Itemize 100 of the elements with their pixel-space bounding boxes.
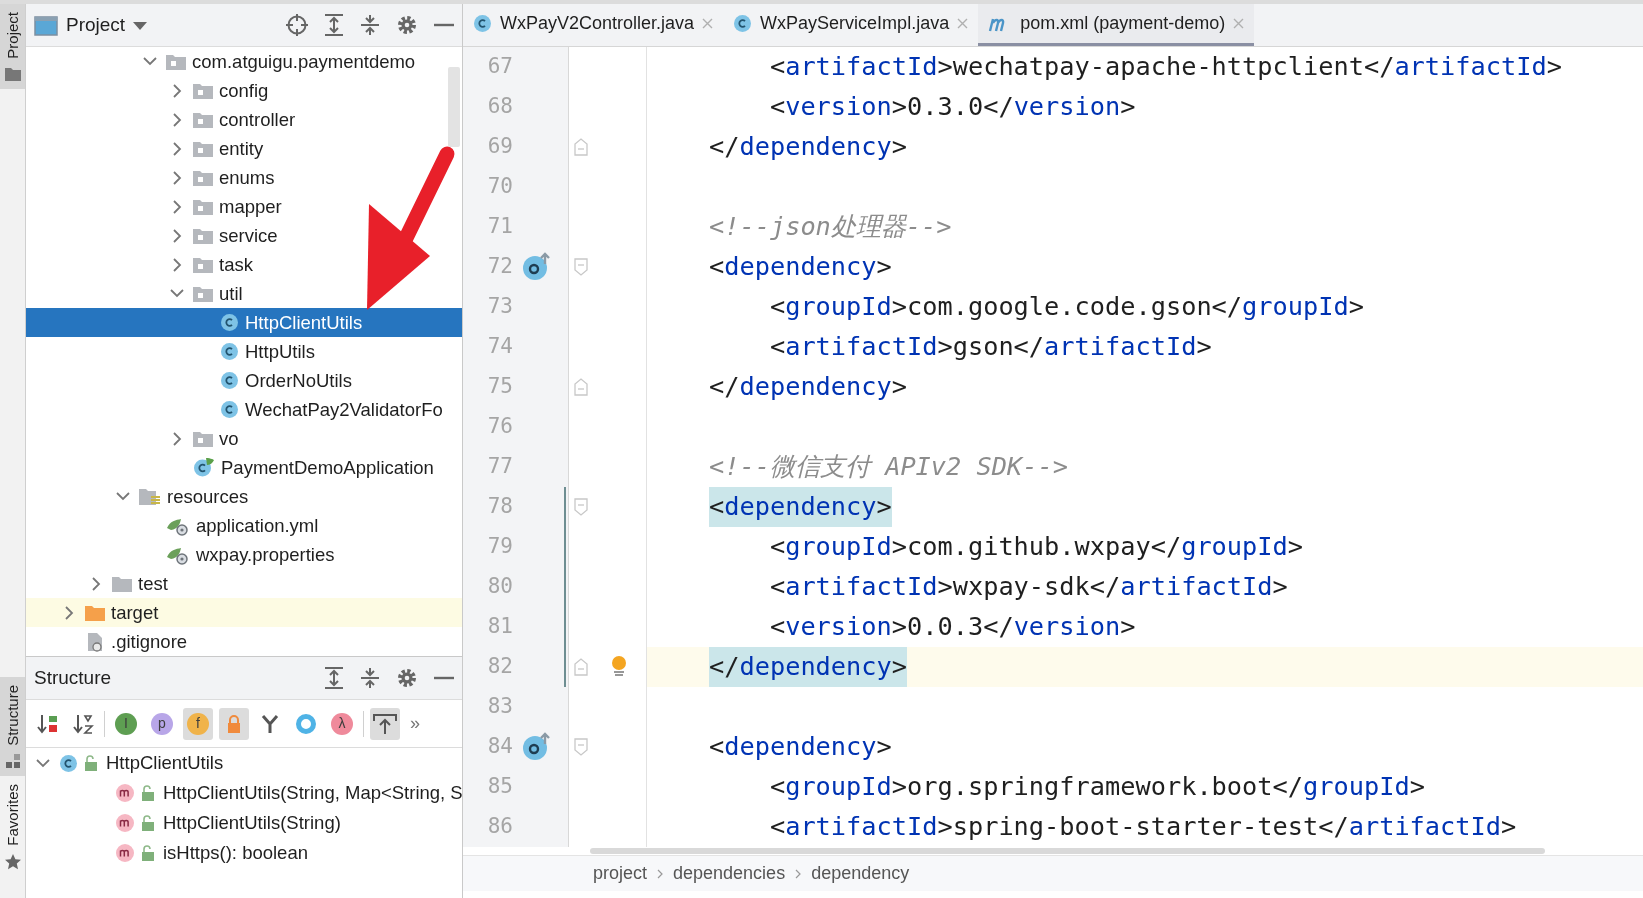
- locate-icon[interactable]: [286, 14, 308, 36]
- structure-icon: [5, 754, 20, 769]
- tree-item[interactable]: OrderNoUtils: [26, 366, 462, 395]
- code-line: <dependency>: [709, 251, 892, 283]
- line-number: 86: [487, 814, 513, 839]
- class-icon: [220, 313, 239, 332]
- tree-item[interactable]: service: [26, 221, 462, 250]
- breadcrumb-item[interactable]: project: [593, 860, 648, 887]
- toolbar-toggle[interactable]: »: [406, 707, 424, 740]
- class-icon: [220, 371, 239, 390]
- toolbar-toggle[interactable]: [370, 707, 400, 740]
- code-line: <version>0.0.3</version>: [768, 611, 1136, 643]
- tree-item[interactable]: WechatPay2ValidatorFo: [26, 395, 462, 424]
- package-icon: [193, 140, 213, 157]
- tree-item[interactable]: resources: [26, 482, 462, 511]
- structure-item[interactable]: isHttps(): boolean: [26, 838, 462, 868]
- package-icon: [193, 198, 213, 215]
- package-icon: [193, 169, 213, 186]
- tree-item[interactable]: application.yml: [26, 511, 462, 540]
- package-icon: [193, 430, 213, 447]
- toolbar-toggle[interactable]: [219, 707, 249, 740]
- side-tab[interactable]: Favorites: [0, 776, 25, 878]
- tree-item[interactable]: HttpClientUtils: [26, 308, 462, 337]
- change-marker[interactable]: [563, 607, 566, 647]
- code-line: <dependency>: [709, 731, 892, 763]
- side-tab[interactable]: Structure: [0, 677, 25, 777]
- method-icon: [115, 783, 135, 803]
- code-line: <artifactId>spring-boot-starter-test</artifactId>: [768, 811, 1517, 843]
- tree-item[interactable]: mapper: [26, 192, 462, 221]
- package-icon: [193, 111, 213, 128]
- code-line: <artifactId>gson</artifactId>: [768, 331, 1212, 363]
- class-icon: [59, 753, 78, 773]
- change-marker[interactable]: [563, 527, 566, 567]
- line-number: 69: [487, 134, 513, 159]
- file-icon: [85, 631, 105, 652]
- line-number: 85: [487, 774, 513, 799]
- collapse-all-icon[interactable]: [360, 14, 380, 36]
- tree-item[interactable]: config: [26, 76, 462, 105]
- editor-tab[interactable]: WxPayServiceImpl.java: [723, 4, 979, 46]
- tree-item[interactable]: .gitignore: [26, 627, 462, 656]
- window-icon: [34, 15, 58, 36]
- structure-item[interactable]: HttpClientUtils: [26, 748, 462, 778]
- change-marker[interactable]: [563, 647, 566, 687]
- sort-alpha-icon: [72, 712, 94, 735]
- tree-item[interactable]: vo: [26, 424, 462, 453]
- tree-item[interactable]: test: [26, 569, 462, 598]
- expand-all-icon[interactable]: [324, 14, 344, 36]
- code-line: <groupId>com.google.code.gson</groupId>: [768, 291, 1364, 323]
- tree-item[interactable]: com.atguigu.paymentdemo: [26, 47, 462, 76]
- tree-item[interactable]: wxpay.properties: [26, 540, 462, 569]
- settings-icon[interactable]: [396, 14, 418, 36]
- minimize-icon[interactable]: [434, 23, 454, 27]
- folder-icon: [4, 66, 21, 81]
- scrollbar[interactable]: [590, 848, 1545, 854]
- line-number: 78: [487, 494, 513, 519]
- bulb-icon[interactable]: [611, 656, 627, 678]
- tree-item[interactable]: HttpUtils: [26, 337, 462, 366]
- structure-item[interactable]: HttpClientUtils(String, Map<String, S: [26, 778, 462, 808]
- autoscroll-icon: [373, 712, 397, 735]
- code-line: <groupId>com.github.wxpay</groupId>: [768, 531, 1303, 563]
- tree-item[interactable]: util: [26, 279, 462, 308]
- dropdown-caret-icon: [133, 21, 148, 30]
- side-tab[interactable]: Project: [0, 4, 25, 89]
- line-number: 79: [487, 534, 513, 559]
- line-number: 81: [487, 614, 513, 639]
- folder-icon: [112, 575, 132, 592]
- tree-item[interactable]: entity: [26, 134, 462, 163]
- structure-item[interactable]: HttpClientUtils(String): [26, 808, 462, 838]
- breadcrumb-item[interactable]: dependency: [811, 860, 910, 887]
- tree-item[interactable]: PaymentDemoApplication: [26, 453, 462, 482]
- unlock-icon: [84, 755, 98, 771]
- editor-tab[interactable]: pom.xml (payment-demo): [978, 4, 1255, 46]
- tree-item[interactable]: enums: [26, 163, 462, 192]
- line-number: 75: [487, 374, 513, 399]
- unlock-icon: [141, 785, 155, 801]
- ring-icon: [295, 712, 317, 735]
- package-icon: [166, 53, 186, 70]
- minimize-icon[interactable]: [434, 676, 454, 680]
- line-number: 71: [487, 214, 513, 239]
- breadcrumb-item[interactable]: dependencies: [673, 860, 786, 887]
- code-comment: <!--微信支付 APIv2 SDK-->: [709, 451, 1068, 483]
- package-icon: [193, 227, 213, 244]
- editor-tab[interactable]: WxPayV2Controller.java: [463, 4, 724, 46]
- tree-item[interactable]: target: [26, 598, 462, 627]
- code-line: <artifactId>wechatpay-apache-httpclient</artifactId>: [768, 51, 1562, 83]
- tree-item[interactable]: controller: [26, 105, 462, 134]
- expand-all-icon[interactable]: [324, 667, 344, 689]
- change-marker[interactable]: [563, 567, 566, 607]
- code-line: </dependency>: [709, 371, 907, 403]
- line-number: 68: [487, 94, 513, 119]
- code-comment: <!--json处理器-->: [709, 211, 952, 243]
- line-number: 84: [487, 734, 513, 759]
- tree-item[interactable]: task: [26, 250, 462, 279]
- collapse-all-icon[interactable]: [360, 667, 380, 689]
- folder-icon: [85, 604, 105, 621]
- breadcrumb-separator-icon: [795, 868, 802, 879]
- settings-icon[interactable]: [396, 667, 418, 689]
- change-marker[interactable]: [563, 487, 566, 527]
- scrollbar[interactable]: [448, 67, 460, 147]
- panel-title[interactable]: Project: [66, 10, 126, 40]
